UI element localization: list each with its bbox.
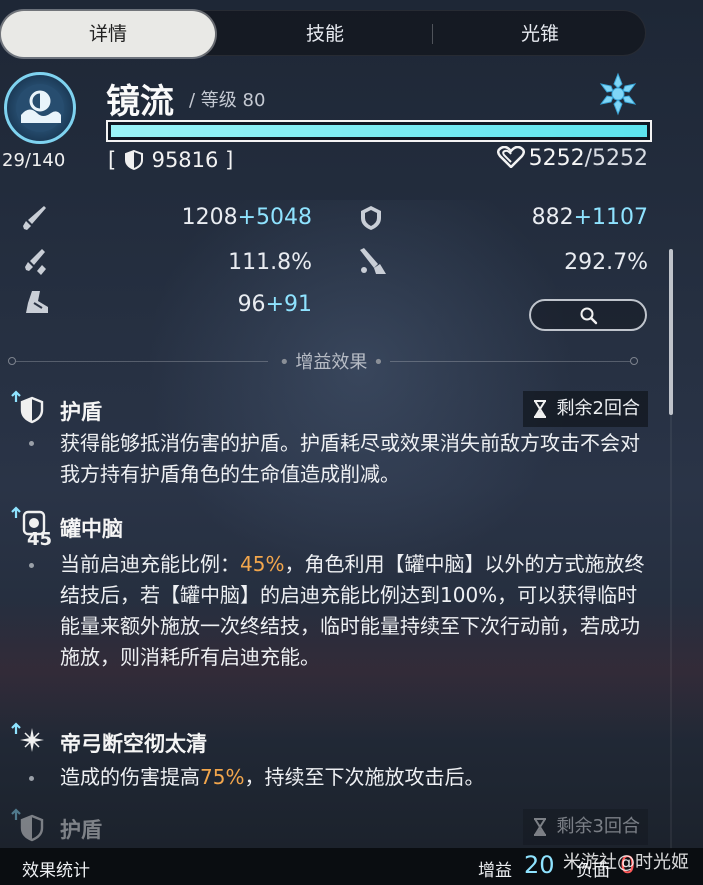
shield-value: [ 95816 ] bbox=[108, 148, 233, 172]
desc-text: 当前启迪充能比例： bbox=[60, 552, 240, 576]
hp-bar-fill bbox=[111, 125, 647, 137]
hp-bar bbox=[106, 120, 652, 142]
character-avatar[interactable] bbox=[4, 72, 76, 144]
desc-highlight: 45% bbox=[240, 552, 285, 576]
shield-buff-icon bbox=[11, 808, 44, 842]
buff-count-label: 增益 bbox=[478, 861, 512, 881]
bullet bbox=[29, 563, 34, 568]
divider-dot-right bbox=[630, 357, 638, 365]
character-level: / 等级 80 bbox=[189, 90, 266, 111]
buffs-section-label: 增益效果 bbox=[295, 352, 368, 373]
duration-text: 剩余2回合 bbox=[556, 398, 640, 419]
effect-stats-button[interactable]: 效果统计 bbox=[22, 856, 90, 881]
attack-value: 1208+5048 bbox=[110, 205, 312, 230]
hp-separator: / bbox=[584, 146, 592, 171]
buff-title-shield: 护盾 bbox=[60, 400, 102, 424]
shield-number: 95816 bbox=[151, 148, 219, 172]
shield-buff-icon bbox=[11, 390, 44, 424]
buff-desc-divine-bow: 造成的伤害提高75%，持续至下次施放攻击后。 bbox=[60, 762, 650, 793]
divider-line-left bbox=[16, 361, 268, 362]
attack-base: 1208 bbox=[181, 205, 238, 230]
speed-boot-icon bbox=[26, 291, 48, 313]
stats-detail-button[interactable] bbox=[529, 299, 647, 331]
duration-text: 剩余3回合 bbox=[556, 816, 640, 837]
defense-base: 882 bbox=[531, 205, 574, 230]
bracket-left: [ bbox=[108, 148, 117, 172]
divider-line-right bbox=[390, 361, 630, 362]
attack-bonus: +5048 bbox=[237, 205, 312, 230]
speed-bonus: +91 bbox=[265, 292, 312, 317]
hp-current: 5252 bbox=[528, 146, 585, 171]
crit-damage-value: 292.7% bbox=[564, 250, 648, 275]
divider-dot-left bbox=[8, 357, 16, 365]
level-progress: 29/140 bbox=[2, 150, 66, 171]
bracket-right: ] bbox=[225, 148, 234, 172]
buff-stack-count: 45 bbox=[27, 529, 53, 550]
buff-count: 20 bbox=[524, 851, 555, 879]
star-burst-icon bbox=[11, 722, 44, 752]
defense-value: 882+1107 bbox=[440, 205, 648, 230]
tab-bar: 详情 技能 光锥 bbox=[0, 10, 647, 57]
desc-text: 造成的伤害提高 bbox=[60, 765, 200, 789]
tab-skills[interactable]: 技能 bbox=[217, 11, 433, 57]
hourglass-icon bbox=[533, 400, 546, 418]
buff-duration-shield: 剩余2回合 bbox=[522, 391, 648, 427]
desc-text: ，持续至下次施放攻击后。 bbox=[244, 765, 485, 789]
buff-desc-shield: 获得能够抵消伤害的护盾。护盾耗尽或效果消失前敌方攻击不会对我方持有护盾角色的生命… bbox=[60, 431, 640, 486]
heart-icon bbox=[496, 145, 525, 169]
buff-desc-brain: 当前启迪充能比例：45%，角色利用【罐中脑】以外的方式施放终结技后，若【罐中脑】… bbox=[60, 549, 650, 673]
tab-light-cone[interactable]: 光锥 bbox=[433, 11, 647, 57]
shield-icon bbox=[124, 149, 143, 171]
crit-damage-icon bbox=[360, 248, 386, 274]
buff-duration-shield-2: 剩余3回合 bbox=[522, 809, 648, 845]
buff-title-brain: 罐中脑 bbox=[60, 517, 123, 541]
buff-title-shield-2: 护盾 bbox=[60, 818, 102, 842]
crit-rate-icon bbox=[25, 249, 46, 275]
avatar-emblem-icon bbox=[16, 84, 64, 132]
defense-shield-icon bbox=[361, 206, 381, 230]
hp-text: 5252/5252 bbox=[496, 145, 648, 171]
ice-snowflake-icon bbox=[598, 72, 638, 120]
crit-rate-value: 111.8% bbox=[228, 250, 312, 275]
bullet bbox=[29, 776, 34, 781]
tab-details[interactable]: 详情 bbox=[1, 11, 215, 57]
hp-max: 5252 bbox=[592, 146, 648, 171]
watermark: 米游社@时光姬 bbox=[563, 852, 689, 873]
hourglass-icon bbox=[533, 818, 546, 836]
buff-title-divine-bow: 帝弓断空彻太清 bbox=[60, 732, 207, 756]
character-name: 镜流 bbox=[106, 82, 174, 122]
speed-base: 96 bbox=[237, 292, 266, 317]
defense-bonus: +1107 bbox=[573, 205, 648, 230]
speed-value: 96+91 bbox=[110, 292, 312, 317]
buffs-section-title: • 增益效果 • bbox=[279, 352, 384, 373]
search-icon bbox=[580, 307, 598, 325]
desc-highlight: 75% bbox=[200, 765, 245, 789]
attack-sword-icon bbox=[23, 206, 46, 230]
scrollbar-thumb[interactable] bbox=[669, 249, 673, 415]
bullet bbox=[29, 441, 34, 446]
